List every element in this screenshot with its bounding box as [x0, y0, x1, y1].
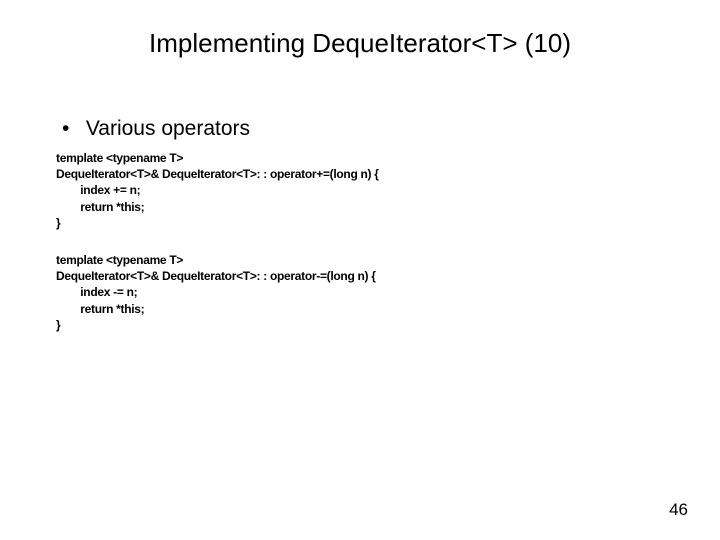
slide-title: Implementing DequeIterator<T> (10): [0, 28, 720, 59]
code-block-1: template <typename T> DequeIterator<T>& …: [56, 150, 379, 231]
slide: Implementing DequeIterator<T> (10) • Var…: [0, 0, 720, 540]
page-number: 46: [669, 500, 688, 520]
bullet-text: Various operators: [86, 116, 250, 141]
code-block-2: template <typename T> DequeIterator<T>& …: [56, 252, 376, 333]
bullet-dot-icon: •: [62, 116, 80, 141]
bullet-row: • Various operators: [62, 116, 250, 141]
